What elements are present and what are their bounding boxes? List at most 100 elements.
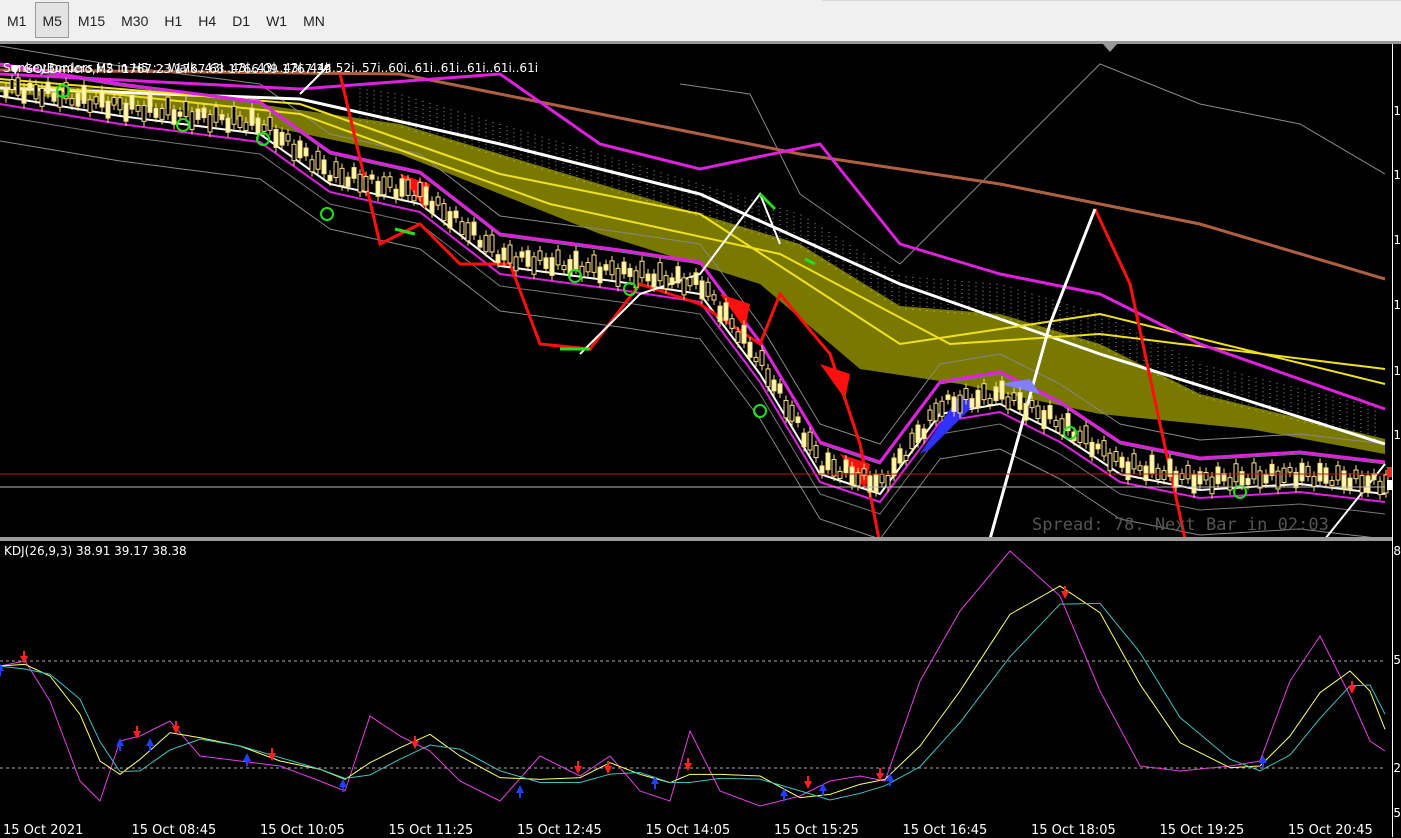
candle-body xyxy=(771,379,777,392)
candle-body xyxy=(1017,392,1023,410)
candle-body xyxy=(1215,466,1221,485)
candle-body xyxy=(1227,477,1233,491)
candle-body xyxy=(285,133,291,142)
candle-body xyxy=(1119,456,1125,468)
candle-body xyxy=(225,117,231,133)
candle-body xyxy=(963,388,969,401)
candle-body xyxy=(135,105,141,112)
candle-body xyxy=(699,280,705,300)
timeframe-w1-button[interactable]: W1 xyxy=(259,2,294,38)
candle-body xyxy=(957,394,963,414)
candle-body xyxy=(297,140,303,159)
candle-body xyxy=(237,115,243,129)
timeframe-m1-button[interactable]: M1 xyxy=(0,2,33,38)
timeframe-m15-button[interactable]: M15 xyxy=(71,2,112,38)
candle-body xyxy=(501,247,507,261)
timeframe-h1-button[interactable]: H1 xyxy=(157,2,189,38)
candle-body xyxy=(321,159,327,175)
signal-circle-icon xyxy=(320,207,334,221)
candle-body xyxy=(669,277,675,285)
timeframe-h4-button[interactable]: H4 xyxy=(191,2,223,38)
candle-body xyxy=(213,106,219,123)
candle-body xyxy=(111,96,117,106)
candle-body xyxy=(351,167,357,179)
candle-body xyxy=(141,104,147,122)
candle-body xyxy=(171,109,177,125)
candle-body xyxy=(687,277,693,287)
candle-body xyxy=(1077,430,1083,443)
candle-body xyxy=(1041,410,1047,430)
candle-body xyxy=(591,254,597,273)
timeframe-m30-button[interactable]: M30 xyxy=(114,2,155,38)
kdj-title: KDJ(26,9,3) 38.91 39.17 38.38 xyxy=(4,544,187,558)
candle-body xyxy=(915,424,921,444)
candle-body xyxy=(363,176,369,192)
candle-body xyxy=(621,261,627,275)
candle-body xyxy=(525,250,531,267)
green-signal-line xyxy=(394,227,416,236)
price-axis-label: 1 xyxy=(1393,298,1401,312)
candle-body xyxy=(549,257,555,276)
candle-body xyxy=(735,331,741,343)
price-axis-label: 1 xyxy=(1393,364,1401,378)
price-axis-label: 1 xyxy=(1393,104,1401,118)
red-fill-segment xyxy=(820,364,850,399)
candle-body xyxy=(933,402,939,422)
candle-body xyxy=(891,457,897,477)
candle-body xyxy=(657,262,663,282)
timeframe-m5-button[interactable]: M5 xyxy=(35,2,69,38)
timeframe-mn-button[interactable]: MN xyxy=(296,2,332,38)
candle-body xyxy=(81,84,87,104)
candle-body xyxy=(615,267,621,287)
candle-body xyxy=(969,398,975,409)
candle-body xyxy=(495,254,501,264)
candle-body xyxy=(189,111,195,130)
candle-body xyxy=(1011,392,1017,401)
candle-body xyxy=(639,260,645,279)
timeframe-d1-button[interactable]: D1 xyxy=(225,2,257,38)
candle-body xyxy=(1287,466,1293,473)
candle-body xyxy=(1035,405,1041,420)
candle-body xyxy=(897,448,903,464)
kdj-chart[interactable] xyxy=(0,541,1393,821)
candle-body xyxy=(741,325,747,344)
candle-body xyxy=(789,404,795,422)
price-axis-label: 1 xyxy=(1393,233,1401,247)
candle-body xyxy=(879,473,885,484)
candle-body xyxy=(975,389,981,409)
candle-body xyxy=(393,188,399,200)
candle-body xyxy=(1143,465,1149,481)
candle-body xyxy=(795,416,801,424)
candle-body xyxy=(747,341,753,358)
candle-body xyxy=(51,92,57,102)
candle-body xyxy=(165,96,171,116)
price-chart[interactable] xyxy=(0,44,1393,537)
candle-body xyxy=(555,249,561,266)
candle-body xyxy=(1245,477,1251,486)
candle-body xyxy=(765,368,771,388)
candle-body xyxy=(1281,467,1287,484)
kdj-axis-label: 8 xyxy=(1393,544,1401,558)
candle-body xyxy=(255,117,261,135)
candle-body xyxy=(231,105,237,125)
candle-body xyxy=(1317,462,1323,482)
candle-body xyxy=(279,131,285,146)
candle-body xyxy=(93,96,99,105)
candle-body xyxy=(153,107,159,118)
candle-body xyxy=(1329,480,1335,486)
candle-body xyxy=(123,102,129,122)
candle-body xyxy=(873,474,879,493)
candle-body xyxy=(471,221,477,236)
candle-body xyxy=(303,147,309,157)
candle-body xyxy=(693,272,699,285)
candle-body xyxy=(987,398,993,405)
candle-body xyxy=(1131,453,1137,470)
candle-body xyxy=(1233,463,1239,483)
candle-body xyxy=(651,273,657,288)
candle-body xyxy=(447,211,453,229)
white-ma-line-2 xyxy=(0,95,1386,496)
candle-body xyxy=(993,386,999,402)
candle-body xyxy=(69,98,75,106)
candle-body xyxy=(627,268,633,277)
candle-body xyxy=(645,273,651,282)
